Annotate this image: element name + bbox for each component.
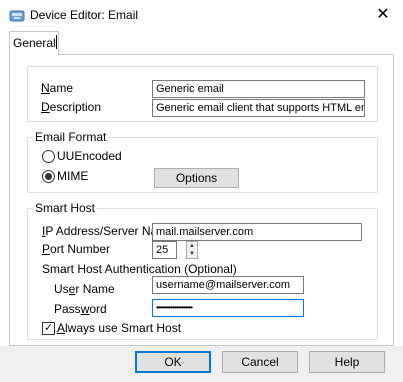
radio-selected-dot — [45, 173, 52, 180]
uuencoded-radio[interactable] — [42, 150, 55, 163]
window-title: Device Editor: Email — [30, 8, 139, 22]
always-use-smart-host-label: Always use Smart Host — [57, 321, 182, 335]
port-number-field[interactable]: 25 — [152, 241, 177, 259]
tab-general-label: General — [13, 36, 56, 50]
password-label: Password — [54, 302, 107, 316]
ip-address-field[interactable]: mail.mailserver.com — [152, 223, 362, 241]
mime-label: MIME — [57, 169, 89, 183]
email-format-title: Email Format — [33, 130, 109, 144]
ok-button[interactable]: OK — [135, 351, 211, 373]
cancel-button[interactable]: Cancel — [222, 351, 298, 373]
text-caret — [56, 35, 57, 49]
port-number-stepper[interactable]: ▲ ▼ — [186, 241, 198, 259]
user-name-label: User Name — [54, 282, 115, 296]
name-field[interactable]: Generic email — [152, 80, 365, 98]
name-label: Name — [41, 81, 74, 95]
smart-host-auth-label: Smart Host Authentication (Optional) — [42, 262, 237, 276]
chevron-down-icon[interactable]: ▼ — [187, 250, 197, 258]
uuencoded-label: UUEncoded — [57, 149, 122, 163]
options-button[interactable]: Options — [154, 168, 239, 188]
password-field[interactable]: •••••••••••••••••••• — [152, 299, 304, 317]
smart-host-title: Smart Host — [33, 201, 98, 215]
description-field[interactable]: Generic email client that supports HTML … — [152, 99, 365, 117]
description-label: Description — [41, 100, 102, 114]
user-name-field[interactable]: username@mailserver.com — [152, 276, 304, 294]
always-use-smart-host-checkbox[interactable]: ✓ — [42, 322, 55, 335]
mime-radio[interactable] — [42, 170, 55, 183]
chevron-up-icon[interactable]: ▲ — [187, 242, 197, 250]
port-number-label: Port Number — [42, 242, 111, 256]
close-button[interactable]: ✕ — [370, 3, 396, 27]
help-button[interactable]: Help — [309, 351, 385, 373]
device-editor-app-icon — [9, 10, 25, 22]
